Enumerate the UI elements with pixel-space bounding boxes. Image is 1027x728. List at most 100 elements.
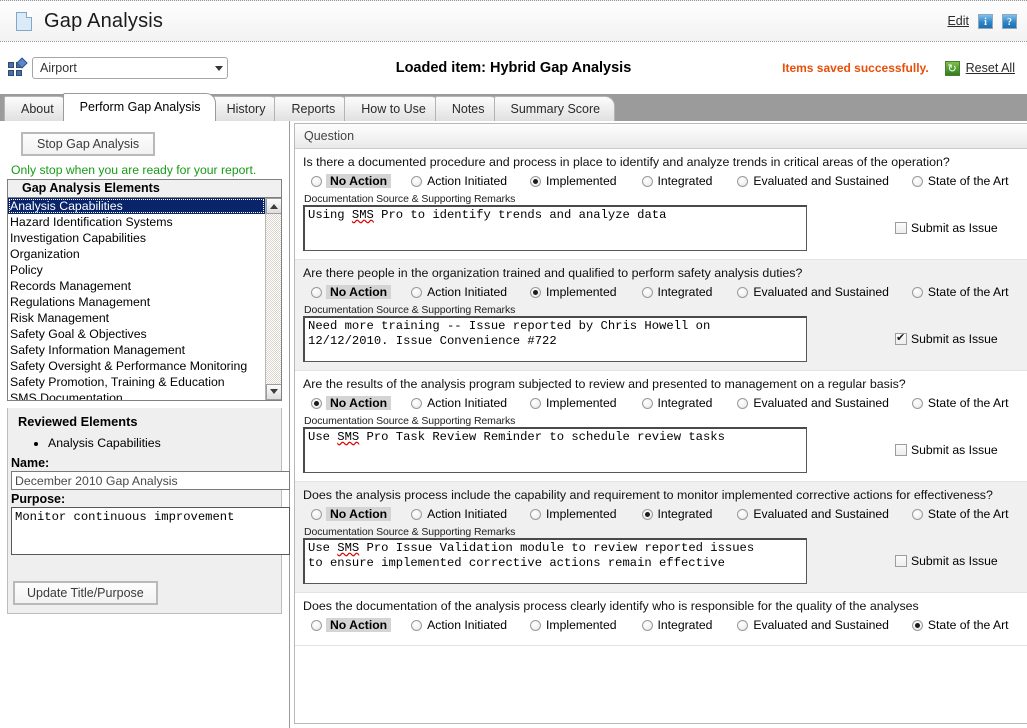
radio-option-integrated[interactable]: Integrated <box>641 174 714 188</box>
list-item[interactable]: Risk Management <box>8 310 281 326</box>
radio-icon[interactable] <box>737 175 749 187</box>
list-item[interactable]: Records Management <box>8 278 281 294</box>
list-item[interactable]: Hazard Identification Systems <box>8 214 281 230</box>
list-item[interactable]: Policy <box>8 262 281 278</box>
radio-icon[interactable] <box>411 619 423 631</box>
radio-icon[interactable] <box>911 619 923 631</box>
list-scrollbar[interactable] <box>265 198 281 400</box>
radio-option-state-of-the-art[interactable]: State of the Art <box>911 618 1010 632</box>
radio-option-evaluated-and-sustained[interactable]: Evaluated and Sustained <box>737 618 890 632</box>
radio-icon[interactable] <box>411 508 423 520</box>
radio-option-implemented[interactable]: Implemented <box>530 618 617 632</box>
radio-icon[interactable] <box>411 175 423 187</box>
radio-icon[interactable] <box>530 619 542 631</box>
radio-option-integrated[interactable]: Integrated <box>641 396 714 410</box>
radio-option-action-initiated[interactable]: Action Initiated <box>411 507 508 521</box>
radio-icon[interactable] <box>311 397 322 409</box>
radio-icon[interactable] <box>911 286 923 298</box>
stop-gap-analysis-button[interactable]: Stop Gap Analysis <box>21 132 156 156</box>
radio-option-no-action[interactable]: No Action <box>311 174 392 188</box>
tab-history[interactable]: History <box>209 96 281 121</box>
remarks-textarea[interactable]: Use SMS Pro Issue Validation module to r… <box>303 538 807 584</box>
radio-option-action-initiated[interactable]: Action Initiated <box>411 618 508 632</box>
radio-option-implemented[interactable]: Implemented <box>530 507 617 521</box>
radio-option-integrated[interactable]: Integrated <box>641 507 714 521</box>
radio-option-state-of-the-art[interactable]: State of the Art <box>911 396 1010 410</box>
purpose-field[interactable]: Monitor continuous improvement <box>11 507 290 555</box>
radio-icon[interactable] <box>311 619 322 631</box>
radio-icon[interactable] <box>737 397 749 409</box>
reset-all-link[interactable]: Reset All <box>966 61 1015 75</box>
radio-icon[interactable] <box>737 508 749 520</box>
radio-option-integrated[interactable]: Integrated <box>641 618 714 632</box>
tab-reports[interactable]: Reports <box>274 96 351 121</box>
radio-icon[interactable] <box>641 175 653 187</box>
radio-icon[interactable] <box>911 508 923 520</box>
radio-option-implemented[interactable]: Implemented <box>530 396 617 410</box>
radio-option-no-action[interactable]: No Action <box>311 396 392 410</box>
radio-icon[interactable] <box>411 397 423 409</box>
radio-icon[interactable] <box>311 175 322 187</box>
radio-icon[interactable] <box>530 175 542 187</box>
radio-option-implemented[interactable]: Implemented <box>530 285 617 299</box>
remarks-textarea[interactable]: Need more training -- Issue reported by … <box>303 316 807 362</box>
radio-option-no-action[interactable]: No Action <box>311 285 392 299</box>
list-item[interactable]: SMS Documentation <box>8 390 281 400</box>
list-item[interactable]: Investigation Capabilities <box>8 230 281 246</box>
radio-icon[interactable] <box>641 508 653 520</box>
radio-icon[interactable] <box>411 286 423 298</box>
tab-perform-gap-analysis[interactable]: Perform Gap Analysis <box>62 93 216 121</box>
radio-option-evaluated-and-sustained[interactable]: Evaluated and Sustained <box>737 507 890 521</box>
radio-icon[interactable] <box>641 286 653 298</box>
radio-option-state-of-the-art[interactable]: State of the Art <box>911 174 1010 188</box>
radio-icon[interactable] <box>737 619 749 631</box>
info-icon[interactable]: i <box>978 13 993 29</box>
list-item[interactable]: Safety Promotion, Training & Education <box>8 374 281 390</box>
name-field[interactable] <box>11 471 290 490</box>
list-item[interactable]: Analysis Capabilities <box>8 198 265 214</box>
list-item[interactable]: Safety Goal & Objectives <box>8 326 281 342</box>
radio-option-action-initiated[interactable]: Action Initiated <box>411 285 508 299</box>
radio-icon[interactable] <box>641 619 653 631</box>
submit-as-issue-checkbox[interactable]: Submit as Issue <box>895 221 998 235</box>
list-item[interactable]: Organization <box>8 246 281 262</box>
radio-icon[interactable] <box>311 286 322 298</box>
radio-icon[interactable] <box>530 397 542 409</box>
radio-option-integrated[interactable]: Integrated <box>641 285 714 299</box>
checkbox-icon[interactable] <box>895 555 907 567</box>
radio-option-implemented[interactable]: Implemented <box>530 174 617 188</box>
remarks-textarea[interactable]: Use SMS Pro Task Review Reminder to sche… <box>303 427 807 473</box>
checkbox-icon[interactable] <box>895 222 907 234</box>
radio-option-action-initiated[interactable]: Action Initiated <box>411 174 508 188</box>
gap-analysis-elements-list[interactable]: Analysis Capabilities Hazard Identificati… <box>8 198 281 400</box>
submit-as-issue-checkbox[interactable]: Submit as Issue <box>895 332 998 346</box>
remarks-textarea[interactable]: Using SMS Pro to identify trends and ana… <box>303 205 807 251</box>
radio-icon[interactable] <box>530 286 542 298</box>
list-item[interactable]: Safety Oversight & Performance Monitorin… <box>8 358 281 374</box>
radio-icon[interactable] <box>737 286 749 298</box>
tab-summary-score[interactable]: Summary Score <box>493 96 616 121</box>
scroll-up-button[interactable] <box>266 198 281 214</box>
radio-icon[interactable] <box>311 508 322 520</box>
radio-icon[interactable] <box>911 397 923 409</box>
radio-option-no-action[interactable]: No Action <box>311 507 392 521</box>
tab-notes[interactable]: Notes <box>434 96 500 121</box>
update-title-purpose-button[interactable]: Update Title/Purpose <box>13 581 158 605</box>
list-item[interactable]: Safety Information Management <box>8 342 281 358</box>
radio-option-action-initiated[interactable]: Action Initiated <box>411 396 508 410</box>
organization-select[interactable]: Airport <box>32 57 228 79</box>
radio-option-evaluated-and-sustained[interactable]: Evaluated and Sustained <box>737 285 890 299</box>
list-item[interactable]: Regulations Management <box>8 294 281 310</box>
scroll-down-button[interactable] <box>266 384 281 400</box>
radio-icon[interactable] <box>911 175 923 187</box>
radio-option-state-of-the-art[interactable]: State of the Art <box>911 285 1010 299</box>
checkbox-icon[interactable] <box>895 444 907 456</box>
tab-about[interactable]: About <box>4 96 69 121</box>
radio-option-evaluated-and-sustained[interactable]: Evaluated and Sustained <box>737 396 890 410</box>
submit-as-issue-checkbox[interactable]: Submit as Issue <box>895 554 998 568</box>
checkbox-icon[interactable] <box>895 332 907 345</box>
radio-option-evaluated-and-sustained[interactable]: Evaluated and Sustained <box>737 174 890 188</box>
submit-as-issue-checkbox[interactable]: Submit as Issue <box>895 443 998 457</box>
help-icon[interactable]: ? <box>1002 13 1017 29</box>
refresh-icon[interactable]: ↻ <box>944 60 960 76</box>
